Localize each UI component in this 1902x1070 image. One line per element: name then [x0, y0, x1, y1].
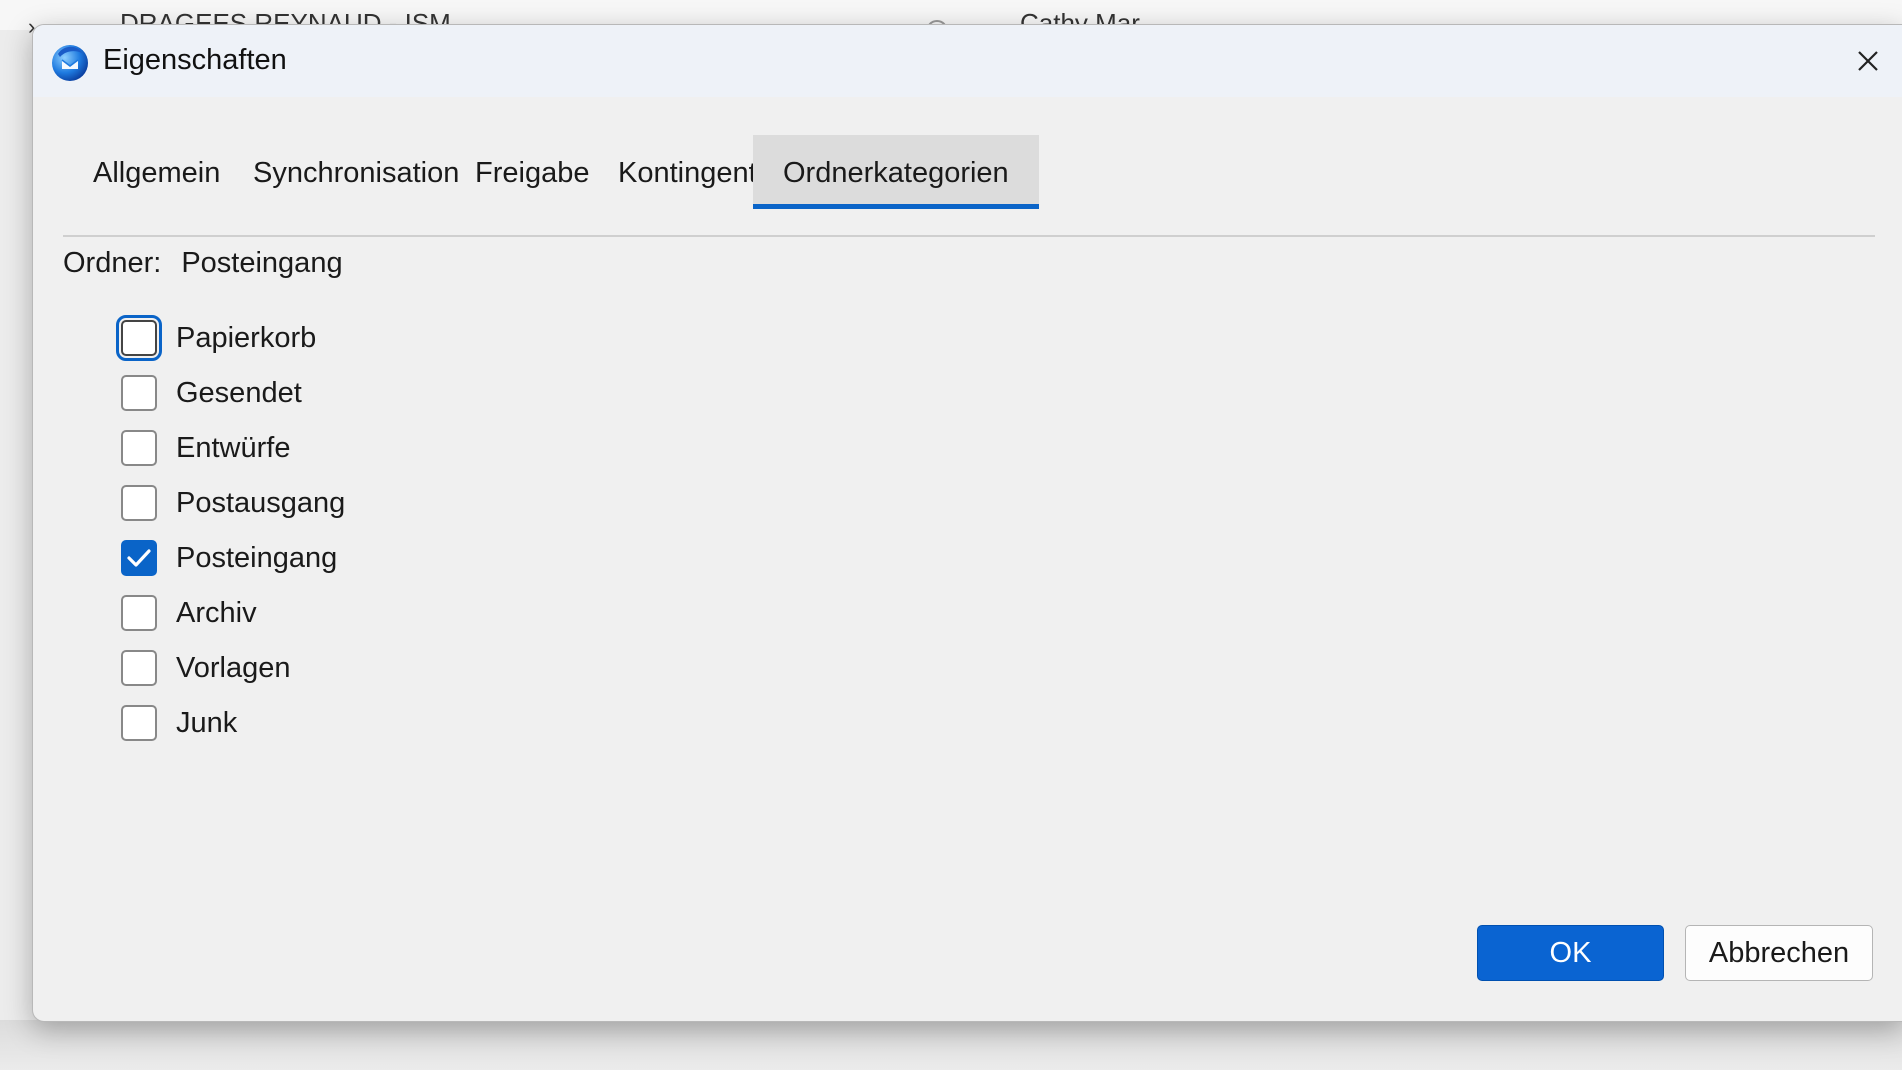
- checkbox-label: Gesendet: [176, 376, 302, 409]
- tab-ordnerkategorien[interactable]: Ordnerkategorien: [753, 135, 1039, 209]
- close-icon: [1858, 51, 1878, 71]
- checkbox-label: Junk: [176, 706, 238, 739]
- close-button[interactable]: [1833, 25, 1902, 97]
- checkbox-box[interactable]: [121, 705, 157, 741]
- checkbox-box[interactable]: [121, 595, 157, 631]
- checkbox-label: Archiv: [176, 596, 257, 629]
- checkbox-label: Vorlagen: [176, 651, 291, 684]
- checkbox-junk[interactable]: Junk: [121, 698, 237, 748]
- checkbox-box[interactable]: [121, 540, 157, 576]
- properties-dialog: Eigenschaften Allgemein Synchronisation …: [32, 24, 1902, 1022]
- checkbox-box[interactable]: [116, 315, 162, 361]
- checkbox-box[interactable]: [121, 650, 157, 686]
- checkbox-label: Papierkorb: [176, 321, 317, 354]
- tab-bar: Allgemein Synchronisation Freigabe Konti…: [63, 135, 1875, 237]
- checkbox-box[interactable]: [121, 485, 157, 521]
- ok-button[interactable]: OK: [1477, 925, 1664, 981]
- checkbox-postausgang[interactable]: Postausgang: [121, 478, 345, 528]
- folder-value: Posteingang: [181, 247, 343, 279]
- folder-label: Ordner:: [63, 247, 162, 279]
- checkbox-archiv[interactable]: Archiv: [121, 588, 257, 638]
- checkbox-label: Entwürfe: [176, 431, 291, 464]
- checkbox-gesendet[interactable]: Gesendet: [121, 368, 302, 418]
- checkbox-box[interactable]: [121, 430, 157, 466]
- folder-info: Ordner: Posteingang: [63, 247, 343, 280]
- cancel-button[interactable]: Abbrechen: [1685, 925, 1873, 981]
- thunderbird-icon: [52, 45, 88, 81]
- checkbox-entwuerfe[interactable]: Entwürfe: [121, 423, 290, 473]
- checkbox-posteingang[interactable]: Posteingang: [121, 533, 337, 583]
- checkbox-label: Postausgang: [176, 486, 346, 519]
- checkmark-icon: [127, 549, 151, 567]
- background-area: [0, 1020, 1902, 1070]
- checkbox-papierkorb[interactable]: Papierkorb: [116, 313, 317, 363]
- checkbox-box[interactable]: [121, 375, 157, 411]
- checkbox-label: Posteingang: [176, 541, 338, 574]
- dialog-titlebar: Eigenschaften: [33, 25, 1902, 97]
- dialog-title: Eigenschaften: [103, 44, 287, 76]
- checkbox-vorlagen[interactable]: Vorlagen: [121, 643, 291, 693]
